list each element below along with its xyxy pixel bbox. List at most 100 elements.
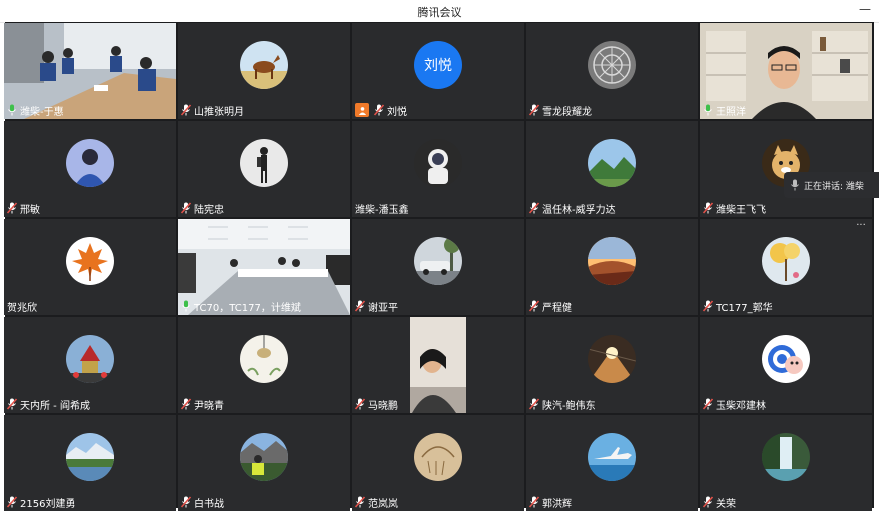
- mic-muted-icon: [703, 202, 713, 214]
- participant-avatar: [240, 433, 288, 481]
- participant-tile[interactable]: 白书战: [178, 415, 350, 511]
- participant-avatar: [414, 237, 462, 285]
- mic-muted-icon: [355, 300, 365, 312]
- mic-muted-icon: [181, 496, 191, 508]
- participant-avatar: [588, 433, 636, 481]
- participant-avatar: [762, 237, 810, 285]
- avatar-initials: 刘悦: [424, 58, 452, 74]
- participant-name-row: 范岚岚: [355, 495, 398, 510]
- participant-name-row: 潍柴-于惠: [7, 103, 64, 118]
- participant-tile[interactable]: 严程健: [526, 219, 698, 315]
- participant-avatar: [762, 335, 810, 383]
- mic-muted-icon: [703, 300, 713, 312]
- participant-avatar: [66, 433, 114, 481]
- more-options-icon[interactable]: ···: [854, 221, 868, 233]
- participant-name-row: 王照洋: [703, 103, 746, 118]
- participant-tile[interactable]: 谢亚平: [352, 219, 524, 315]
- participant-avatar: [240, 41, 288, 89]
- participant-avatar: 刘悦: [414, 41, 462, 89]
- window-title: 腾讯会议: [417, 6, 462, 19]
- participant-name-row: 马晓鹏: [355, 397, 398, 412]
- mic-muted-icon: [529, 300, 539, 312]
- participant-avatar: [588, 139, 636, 187]
- participant-avatar: [762, 433, 810, 481]
- participant-tile[interactable]: 关荣: [700, 415, 872, 511]
- mic-muted-icon: [7, 496, 17, 508]
- host-badge-icon: [355, 103, 369, 117]
- mic-muted-icon: [355, 398, 365, 410]
- participant-name-row: TC177_郭华: [703, 299, 773, 314]
- participant-tile[interactable]: TC70，TC177，计维斌: [178, 219, 350, 315]
- participant-tile[interactable]: 玉柴邓建林: [700, 317, 872, 413]
- participant-name-row: 关荣: [703, 495, 736, 510]
- title-bar: 腾讯会议 —: [0, 0, 879, 23]
- participant-avatar: [240, 139, 288, 187]
- participant-name: 陆宪忠: [194, 204, 224, 216]
- participant-tile[interactable]: 潍柴-于惠: [4, 23, 176, 119]
- participant-name-row: TC70，TC177，计维斌: [181, 299, 301, 314]
- participant-name: 2156刘建勇: [20, 498, 76, 510]
- mic-muted-icon: [181, 104, 191, 116]
- participant-name-row: 谢亚平: [355, 299, 398, 314]
- participant-tile[interactable]: 潍柴-潘玉鑫: [352, 121, 524, 217]
- participant-name: 王照洋: [716, 106, 746, 118]
- participant-tile[interactable]: 尹晓青: [178, 317, 350, 413]
- participant-tile[interactable]: 陕汽-鲍伟东: [526, 317, 698, 413]
- mic-muted-icon: [529, 398, 539, 410]
- participant-name: 玉柴邓建林: [716, 400, 766, 412]
- participant-name: 陕汽-鲍伟东: [542, 400, 596, 412]
- participant-avatar: [588, 41, 636, 89]
- mic-muted-icon: [703, 398, 713, 410]
- speaker-mic-icon: [790, 179, 800, 191]
- participant-grid: 潍柴-于惠 山推张明月 刘悦 刘悦 雪龙段耀龙 王照洋 邢敏 陆宪忠 潍柴-潘玉鑫 温任林-威孚力…: [4, 22, 874, 511]
- participant-name-row: 尹晓青: [181, 397, 224, 412]
- participant-tile[interactable]: 刘悦 刘悦: [352, 23, 524, 119]
- participant-name: 潍柴-于惠: [20, 106, 64, 118]
- participant-name: 马晓鹏: [368, 400, 398, 412]
- participant-name: 邢敏: [20, 204, 40, 216]
- mic-muted-icon: [374, 104, 384, 116]
- participant-name-row: 白书战: [181, 495, 224, 510]
- participant-tile[interactable]: 温任林-威孚力达: [526, 121, 698, 217]
- participant-tile[interactable]: 马晓鹏: [352, 317, 524, 413]
- participant-name-row: 潍柴-潘玉鑫: [355, 201, 409, 216]
- participant-tile[interactable]: ··· TC177_郭华: [700, 219, 872, 315]
- participant-tile[interactable]: 雪龙段耀龙: [526, 23, 698, 119]
- participant-name: TC177_郭华: [716, 302, 773, 314]
- participant-name: 温任林-威孚力达: [542, 204, 616, 216]
- mic-muted-icon: [181, 202, 191, 214]
- mic-on-icon: [703, 104, 713, 116]
- participant-name: 潍柴王飞飞: [716, 204, 766, 216]
- participant-tile[interactable]: 邢敏: [4, 121, 176, 217]
- participant-name-row: 潍柴王飞飞: [703, 201, 766, 216]
- participant-name-row: 雪龙段耀龙: [529, 103, 592, 118]
- participant-name-row: 刘悦: [355, 103, 407, 118]
- participant-avatar: [66, 237, 114, 285]
- mic-muted-icon: [355, 496, 365, 508]
- minimize-icon[interactable]: —: [859, 3, 871, 15]
- participant-tile[interactable]: 天内所 - 阎希成: [4, 317, 176, 413]
- participant-tile[interactable]: 郭洪辉: [526, 415, 698, 511]
- participant-name-row: 温任林-威孚力达: [529, 201, 616, 216]
- participant-avatar: [414, 139, 462, 187]
- participant-name-row: 郭洪辉: [529, 495, 572, 510]
- participant-name: 白书战: [194, 498, 224, 510]
- participant-tile[interactable]: 王照洋: [700, 23, 872, 119]
- participant-tile[interactable]: 贺兆欣: [4, 219, 176, 315]
- participant-name: 郭洪辉: [542, 498, 572, 510]
- mic-muted-icon: [703, 496, 713, 508]
- participant-avatar: [588, 237, 636, 285]
- participant-name: 谢亚平: [368, 302, 398, 314]
- participant-tile[interactable]: 2156刘建勇: [4, 415, 176, 511]
- participant-tile[interactable]: 潍柴王飞飞: [700, 121, 872, 217]
- mic-muted-icon: [181, 398, 191, 410]
- mic-on-icon: [7, 104, 17, 116]
- participant-name-row: 山推张明月: [181, 103, 244, 118]
- speaking-indicator[interactable]: 正在讲话: 潍柴: [784, 172, 879, 198]
- participant-tile[interactable]: 范岚岚: [352, 415, 524, 511]
- participant-tile[interactable]: 山推张明月: [178, 23, 350, 119]
- mic-muted-icon: [7, 202, 17, 214]
- participant-tile[interactable]: 陆宪忠: [178, 121, 350, 217]
- mic-on-icon: [181, 300, 191, 312]
- participant-name: 范岚岚: [368, 498, 398, 510]
